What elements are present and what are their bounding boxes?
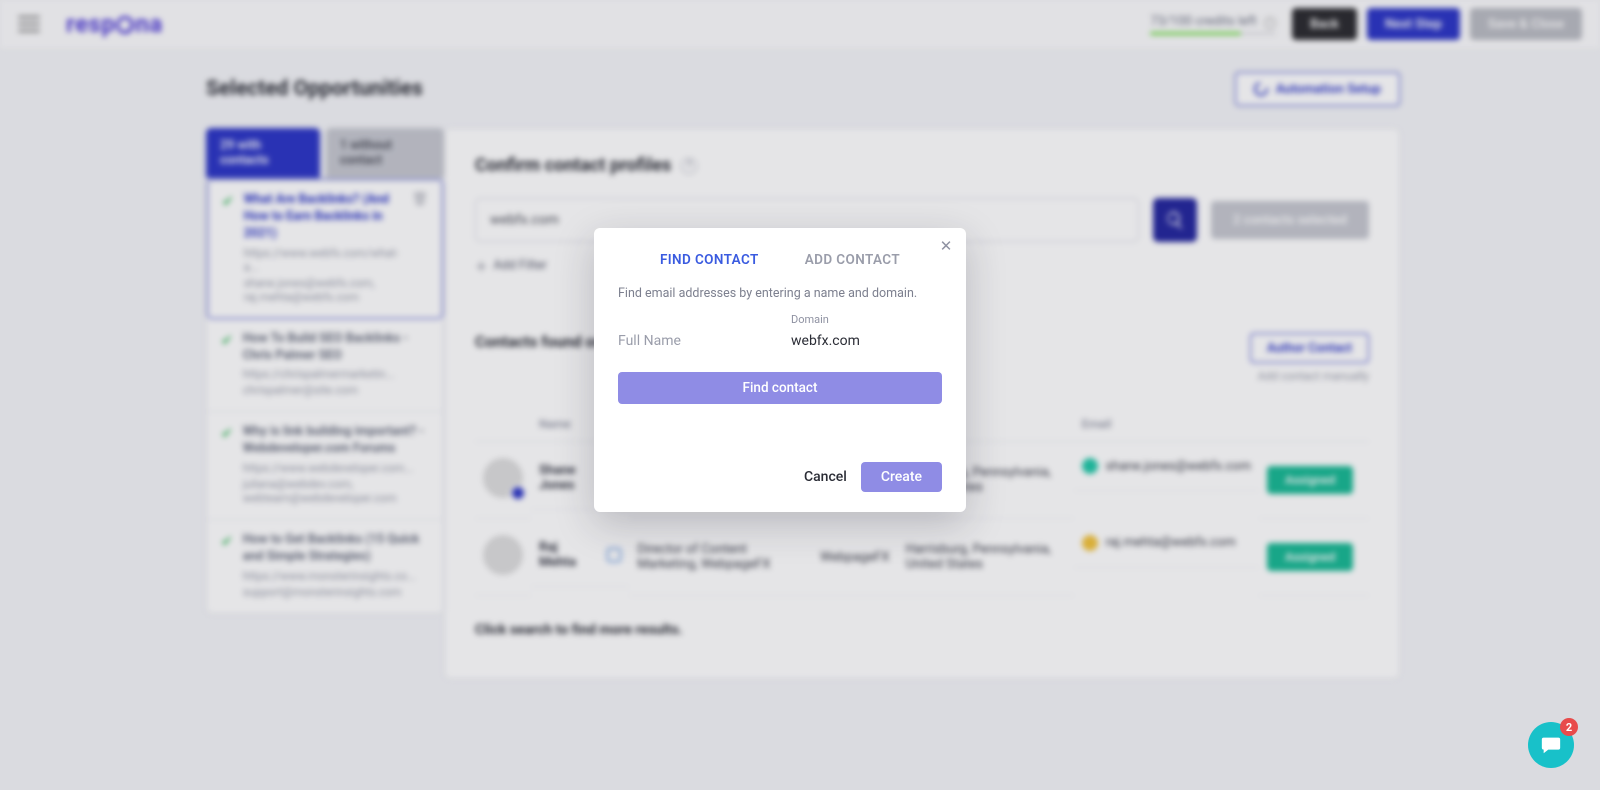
close-icon[interactable]: ✕ [936,236,956,256]
chat-launcher[interactable]: 2 [1528,722,1574,768]
create-button[interactable]: Create [861,462,942,492]
find-contact-button[interactable]: Find contact [618,372,942,404]
domain-input[interactable] [791,329,942,354]
chat-icon [1540,734,1562,756]
chat-badge: 2 [1560,718,1578,736]
modal-description: Find email addresses by entering a name … [594,272,966,307]
tab-find-contact[interactable]: FIND CONTACT [660,252,759,268]
tab-add-contact[interactable]: ADD CONTACT [805,252,900,268]
find-contact-modal: ✕ FIND CONTACT ADD CONTACT Find email ad… [594,228,966,512]
cancel-button[interactable]: Cancel [804,462,847,492]
fullname-label [618,313,769,325]
domain-label: Domain [791,313,942,325]
fullname-input[interactable] [618,329,769,354]
